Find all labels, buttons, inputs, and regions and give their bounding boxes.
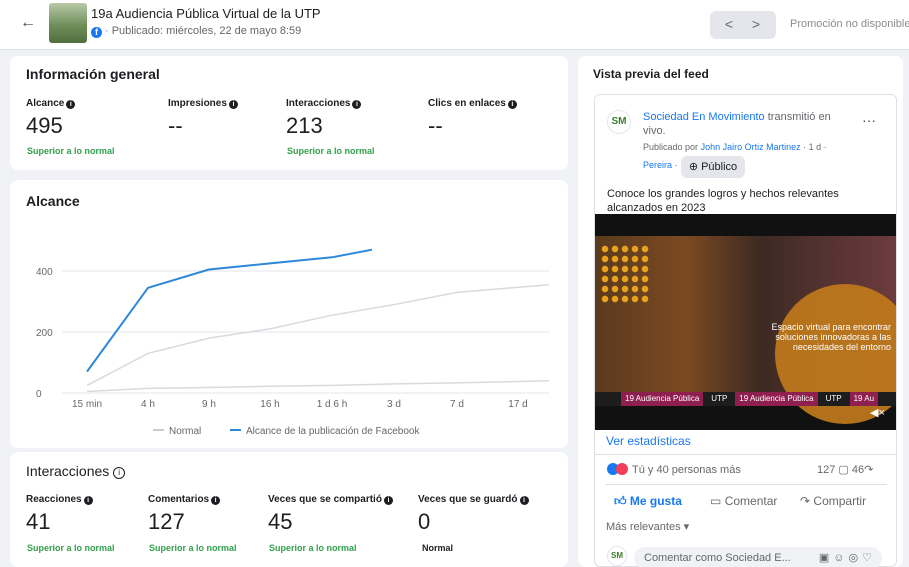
comment-input[interactable]: Comentar como Sociedad E... ▣☺◎♡ — [634, 547, 882, 567]
metric-value: 41 — [26, 509, 51, 534]
page-name-link[interactable]: Sociedad En Movimiento — [643, 111, 765, 123]
comment-count-icon: ▢ — [838, 464, 849, 476]
metric-badge: Superior a lo normal — [27, 543, 115, 553]
y-tick-label: 400 — [36, 267, 53, 278]
x-tick-label: 9 h — [202, 399, 216, 410]
info-icon[interactable]: i — [83, 496, 93, 505]
interactions-title: Interacciones i — [26, 463, 126, 479]
feed-preview-title: Vista previa del feed — [593, 67, 709, 81]
post-location: Pereira · — [643, 160, 678, 170]
video-dot-pattern — [600, 244, 650, 304]
legend-post: Alcance de la publicación de Facebook — [230, 426, 419, 437]
metric-label: Veces que se guardó i — [418, 494, 529, 505]
commenter-avatar: SM — [607, 546, 627, 566]
post-author-line: Sociedad En Movimiento transmitió en viv… — [643, 110, 853, 138]
legend-swatch-post — [230, 429, 241, 431]
video-overlay-text: Espacio virtual para encontrar solucione… — [771, 322, 891, 352]
series-line-post-reach — [86, 248, 373, 373]
x-tick-label: 4 h — [141, 399, 155, 410]
metric-badge: Normal — [422, 543, 454, 553]
mute-icon[interactable]: ◀× — [870, 406, 885, 419]
page-avatar[interactable]: SM — [607, 110, 631, 134]
love-reaction-icon — [616, 463, 628, 475]
post-body: Conoce los grandes logros y hechos relev… — [607, 188, 839, 214]
metric-label: Reacciones i — [26, 494, 93, 505]
info-icon[interactable]: i — [383, 496, 393, 505]
reaction-summary[interactable]: Tú y 40 personas más — [607, 463, 741, 476]
x-tick-label: 16 h — [260, 399, 279, 410]
share-icon: ↷ — [800, 494, 811, 508]
video-ticker: 19 Audiencia Pública UTP 19 Audiencia Públ… — [595, 392, 896, 406]
metric-value: 45 — [268, 509, 293, 534]
share-count-icon: ↷ — [864, 464, 874, 476]
info-icon[interactable]: i — [519, 496, 529, 505]
audience-button[interactable]: ⊕ Público — [681, 156, 745, 178]
series-line-normal — [86, 380, 550, 393]
share-button[interactable]: ↷ Compartir — [800, 494, 866, 508]
x-tick-label: 3 d — [387, 399, 401, 410]
comment-button[interactable]: ▭ Comentar — [710, 494, 777, 508]
x-tick-label: 1 d 6 h — [317, 399, 348, 410]
x-tick-label: 15 min — [72, 399, 102, 410]
metric-badge: Superior a lo normal — [149, 543, 237, 553]
legend-normal: Normal — [153, 426, 201, 437]
y-tick-label: 200 — [36, 328, 53, 339]
metric-label: Veces que se compartió i — [268, 494, 393, 505]
metric-label: Comentarios i — [148, 494, 221, 505]
author-link[interactable]: John Jairo Ortiz Martinez — [701, 142, 801, 152]
published-by: Publicado por John Jairo Ortiz Martinez … — [643, 142, 827, 152]
legend-swatch-normal — [153, 429, 164, 431]
series-line-normal — [86, 283, 550, 387]
comment-icon: ▭ — [710, 494, 722, 508]
metric-badge: Superior a lo normal — [269, 543, 357, 553]
y-tick-label: 0 — [36, 389, 42, 400]
metric-value: 127 — [148, 509, 185, 534]
divider — [594, 454, 897, 455]
like-button[interactable]: 👍︎ Me gusta — [614, 494, 682, 509]
more-options-icon[interactable]: ··· — [862, 112, 876, 128]
info-icon[interactable]: i — [211, 496, 221, 505]
engagement-counts[interactable]: 127 ▢ 46↷ — [817, 463, 873, 476]
divider — [605, 484, 887, 485]
globe-icon: ⊕ — [688, 161, 699, 173]
view-stats-link[interactable]: Ver estadísticas — [606, 434, 691, 448]
x-tick-label: 7 d — [450, 399, 464, 410]
comment-tools-icon[interactable]: ▣☺◎♡ — [819, 547, 876, 567]
comment-sort[interactable]: Más relevantes ▾ — [606, 520, 689, 533]
info-circle-icon[interactable]: i — [113, 467, 126, 479]
thumbs-up-icon: 👍︎ — [614, 494, 627, 508]
x-tick-label: 17 d — [508, 399, 527, 410]
metric-value: 0 — [418, 509, 431, 534]
